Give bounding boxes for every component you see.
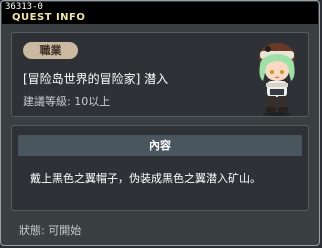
quest-status: 狀態: 可開始 xyxy=(19,224,82,237)
window-title: QUEST INFO xyxy=(12,12,86,23)
quest-name: [冒险岛世界的冒险家] 潜入 xyxy=(23,72,169,86)
quest-content-panel: 內容 戴上黑色之翼帽子，伪装成黑色之翼潜入矿山。 xyxy=(11,125,309,211)
quest-description: 戴上黑色之翼帽子，伪装成黑色之翼潜入矿山。 xyxy=(30,172,261,185)
npc-portrait-icon xyxy=(259,43,295,116)
quest-summary-panel: 職業 [冒险岛世界的冒险家] 潜入 建議等級: 10以上 xyxy=(11,32,309,117)
quest-info-window: 36313-0 QUEST INFO 職業 [冒险岛世界的冒险家] 潜入 建議等… xyxy=(0,0,320,246)
quest-id: 36313-0 xyxy=(5,2,43,12)
job-badge: 職業 xyxy=(23,42,78,59)
content-section-title: 內容 xyxy=(18,135,302,156)
recommended-level: 建議等級: 10以上 xyxy=(23,95,111,108)
window-header[interactable]: 36313-0 QUEST INFO xyxy=(2,2,318,24)
